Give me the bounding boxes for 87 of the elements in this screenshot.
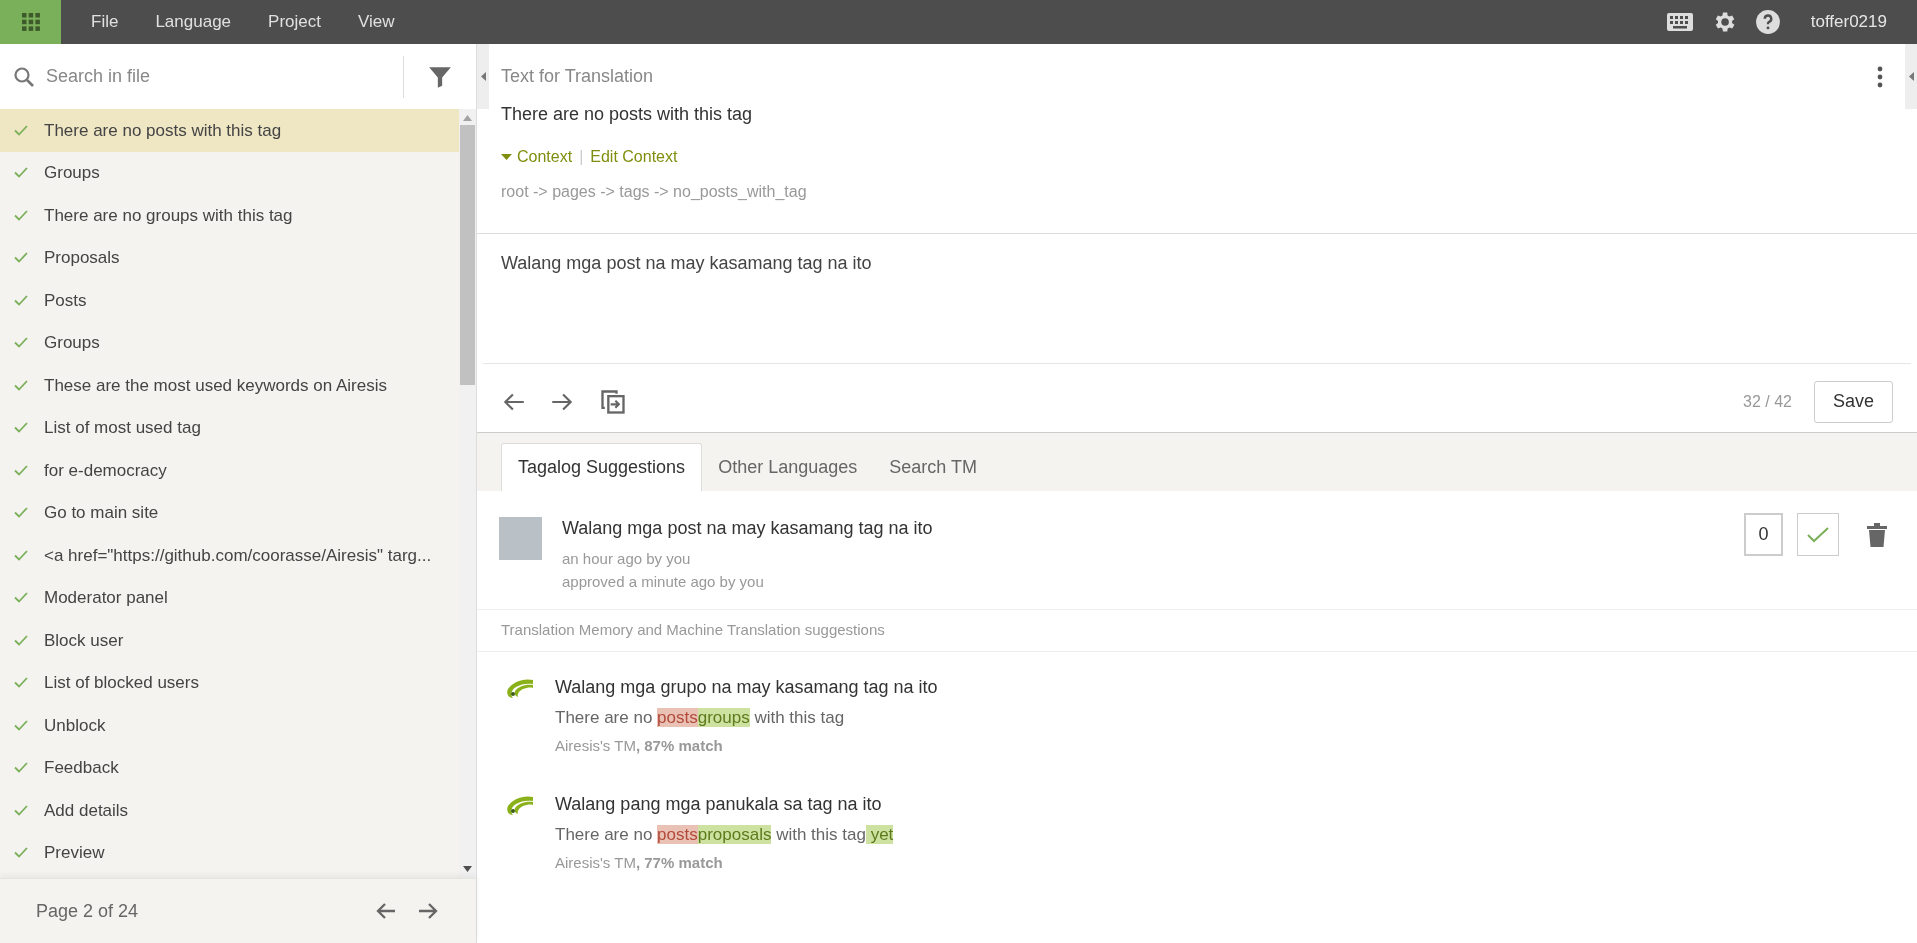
caret-down-icon (501, 154, 512, 160)
checkmark-icon (14, 549, 28, 561)
username[interactable]: toffer0219 (1810, 9, 1887, 35)
checkmark-icon (14, 464, 28, 476)
string-list-item[interactable]: Preview (0, 831, 459, 874)
source-diff: There are no postsgroups with this tag (555, 707, 845, 729)
string-list-item[interactable]: List of most used tag (0, 406, 459, 449)
string-list-item[interactable]: These are the most used keywords on Airesis (0, 364, 459, 407)
tm-logo-icon (505, 678, 535, 700)
search-input[interactable]: Search in file (46, 63, 403, 90)
string-list-item[interactable]: Block user (0, 619, 459, 662)
tab[interactable]: Tagalog Suggestions (501, 443, 703, 491)
checkmark-icon (14, 252, 28, 264)
checkmark-icon (14, 294, 28, 306)
menu-item[interactable]: Language (155, 9, 232, 35)
checkmark-icon (14, 209, 28, 221)
menu-item[interactable]: View (357, 9, 395, 35)
source-diff: There are no postsproposals with this tag yet (555, 824, 894, 846)
checkmark-icon (14, 719, 28, 731)
tm-heading: Translation Memory and Machine Translation suggestions (501, 620, 885, 641)
menu-item[interactable]: Project (268, 9, 321, 35)
checkmark-icon (14, 422, 28, 434)
suggestion-text: Walang mga post na may kasamang tag na ito (562, 517, 933, 540)
keyboard-icon[interactable] (1666, 13, 1693, 31)
more-options-icon[interactable] (1877, 65, 1883, 88)
tm-source: Airesis's TM, 87% match (555, 735, 723, 756)
grid-icon (20, 12, 41, 32)
string-list-item[interactable]: List of blocked users (0, 661, 459, 704)
filter-button[interactable] (404, 44, 476, 109)
string-list-item[interactable]: There are no groups with this tag (0, 194, 459, 237)
checkmark-icon (14, 634, 28, 646)
tab[interactable]: Search TM (873, 443, 993, 491)
tab[interactable]: Other Languages (702, 443, 874, 491)
search-icon (12, 64, 36, 89)
checkmark-icon (14, 167, 28, 179)
checkmark-icon (14, 677, 28, 689)
character-counter: 32 / 42 (1743, 391, 1792, 412)
string-list-item[interactable]: Groups (0, 321, 459, 364)
section-heading: Text for Translation (501, 65, 654, 88)
checkmark-icon (14, 592, 28, 604)
tm-source: Airesis's TM, 77% match (555, 852, 723, 873)
vote-count: 0 (1744, 513, 1783, 556)
context-toggle[interactable]: Context (501, 145, 573, 169)
context-path: root -> pages -> tags -> no_posts_with_tag (501, 182, 807, 202)
translation-field[interactable]: Walang mga post na may kasamang tag na ito (483, 234, 1911, 364)
checkmark-icon (14, 804, 28, 816)
tm-logo-icon (505, 795, 535, 817)
help-icon[interactable] (1754, 9, 1781, 35)
string-list-item[interactable]: Posts (0, 279, 459, 322)
string-list-item[interactable]: for e-democracy (0, 449, 459, 492)
string-list-item[interactable]: Go to main site (0, 491, 459, 534)
approval-note: approved a minute ago by you (562, 571, 764, 592)
string-list-item[interactable]: Feedback (0, 746, 459, 789)
checkmark-icon (14, 507, 28, 519)
collapse-right-handle[interactable] (1905, 44, 1917, 109)
checkmark-icon (1807, 526, 1829, 543)
tm-suggestion-text: Walang mga grupo na may kasamang tag na ito (555, 676, 938, 699)
caret-left-icon (1908, 72, 1914, 81)
string-list-item[interactable]: <a href="https://github.com/coorasse/Airesis" targ... (0, 534, 459, 577)
scrollbar-thumb[interactable] (460, 125, 475, 385)
string-list-item[interactable]: Proposals (0, 236, 459, 279)
search-field[interactable]: Search in file (0, 44, 403, 109)
avatar-placeholder (499, 517, 542, 560)
collapse-left-handle[interactable] (477, 44, 489, 109)
save-button[interactable]: Save (1813, 380, 1893, 423)
string-list-item[interactable]: Unblock (0, 704, 459, 747)
checkmark-icon (14, 337, 28, 349)
trash-icon[interactable] (1867, 522, 1887, 547)
tm-suggestion-text: Walang pang mga panukala sa tag na ito (555, 793, 882, 816)
source-text: There are no posts with this tag (501, 103, 753, 126)
caret-left-icon (480, 72, 486, 81)
copy-source-icon[interactable] (599, 387, 627, 416)
string-list-item[interactable]: Add details (0, 789, 459, 832)
checkmark-icon (14, 124, 28, 136)
scroll-down-icon[interactable] (463, 866, 472, 872)
checkmark-icon (14, 762, 28, 774)
page-indicator: Page 2 of 24 (36, 899, 139, 923)
separator: | (579, 147, 584, 167)
checkmark-icon (14, 379, 28, 391)
checkmark-icon (14, 847, 28, 859)
string-list-item[interactable]: Groups (0, 151, 459, 194)
apps-button[interactable] (0, 0, 61, 44)
menu-item[interactable]: File (91, 9, 119, 35)
suggestion-author: an hour ago by you (562, 549, 691, 569)
string-list-item[interactable]: Moderator panel (0, 576, 459, 619)
edit-context-link[interactable]: Edit Context (590, 145, 678, 169)
string-list-item[interactable]: There are no posts with this tag (0, 109, 459, 152)
